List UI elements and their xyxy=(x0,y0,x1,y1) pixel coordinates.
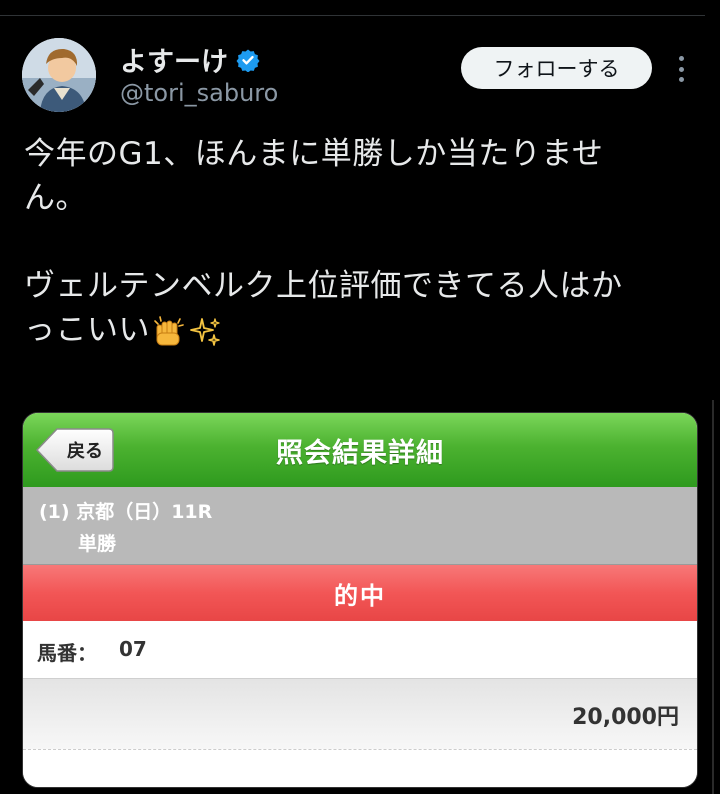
result-bar: 的中 xyxy=(23,565,697,621)
back-button: 戻る xyxy=(35,427,115,473)
tweet-line: 今年のG1、ほんまに単勝しか当たりませ xyxy=(24,136,604,172)
embed-bottom-row xyxy=(23,749,697,787)
avatar[interactable] xyxy=(22,38,96,112)
display-name-row[interactable]: よすーけ xyxy=(120,40,260,79)
user-handle[interactable]: @tori_saburo xyxy=(120,79,278,107)
verified-badge-icon xyxy=(236,49,260,72)
horse-number-value: 07 xyxy=(119,637,147,661)
tweet-line: ヴェルテンベルク上位評価できてる人はか xyxy=(24,268,623,304)
payout-amount: 20,000円 xyxy=(572,705,679,730)
follow-button[interactable]: フォローする xyxy=(461,47,652,89)
horse-number-label: 馬番： xyxy=(37,641,97,665)
sparkles-emoji-icon xyxy=(190,317,220,346)
attached-image[interactable]: 戻る 照会結果詳細 (1) 京都（日）11R 単勝 的中 馬番： 07 20,0… xyxy=(22,412,698,788)
bet-type: 単勝 xyxy=(78,533,117,555)
tweet-line: っこいい xyxy=(24,312,150,348)
more-dots-icon[interactable] xyxy=(672,56,690,82)
scrollbar-track xyxy=(712,400,714,794)
result-label: 的中 xyxy=(334,581,386,610)
embed-title: 照会結果詳細 xyxy=(276,437,444,469)
tweet-line: ん。 xyxy=(24,180,87,216)
tweet-line-with-emoji: っこいい xyxy=(24,308,674,352)
horse-number-row: 馬番： 07 xyxy=(23,621,697,679)
race-info: (1) 京都（日）11R 単勝 xyxy=(23,487,697,565)
back-button-label: 戻る xyxy=(67,441,103,462)
payout-row: 20,000円 xyxy=(23,679,697,749)
top-divider xyxy=(0,0,705,16)
embed-header: 戻る 照会結果詳細 xyxy=(23,413,697,487)
race-venue: (1) 京都（日）11R xyxy=(39,501,213,523)
tweet-text: 今年のG1、ほんまに単勝しか当たりませ ん。 ヴェルテンベルク上位評価できてる人… xyxy=(24,132,674,352)
clapping-hands-emoji-icon xyxy=(154,315,184,345)
display-name[interactable]: よすーけ xyxy=(120,40,228,79)
